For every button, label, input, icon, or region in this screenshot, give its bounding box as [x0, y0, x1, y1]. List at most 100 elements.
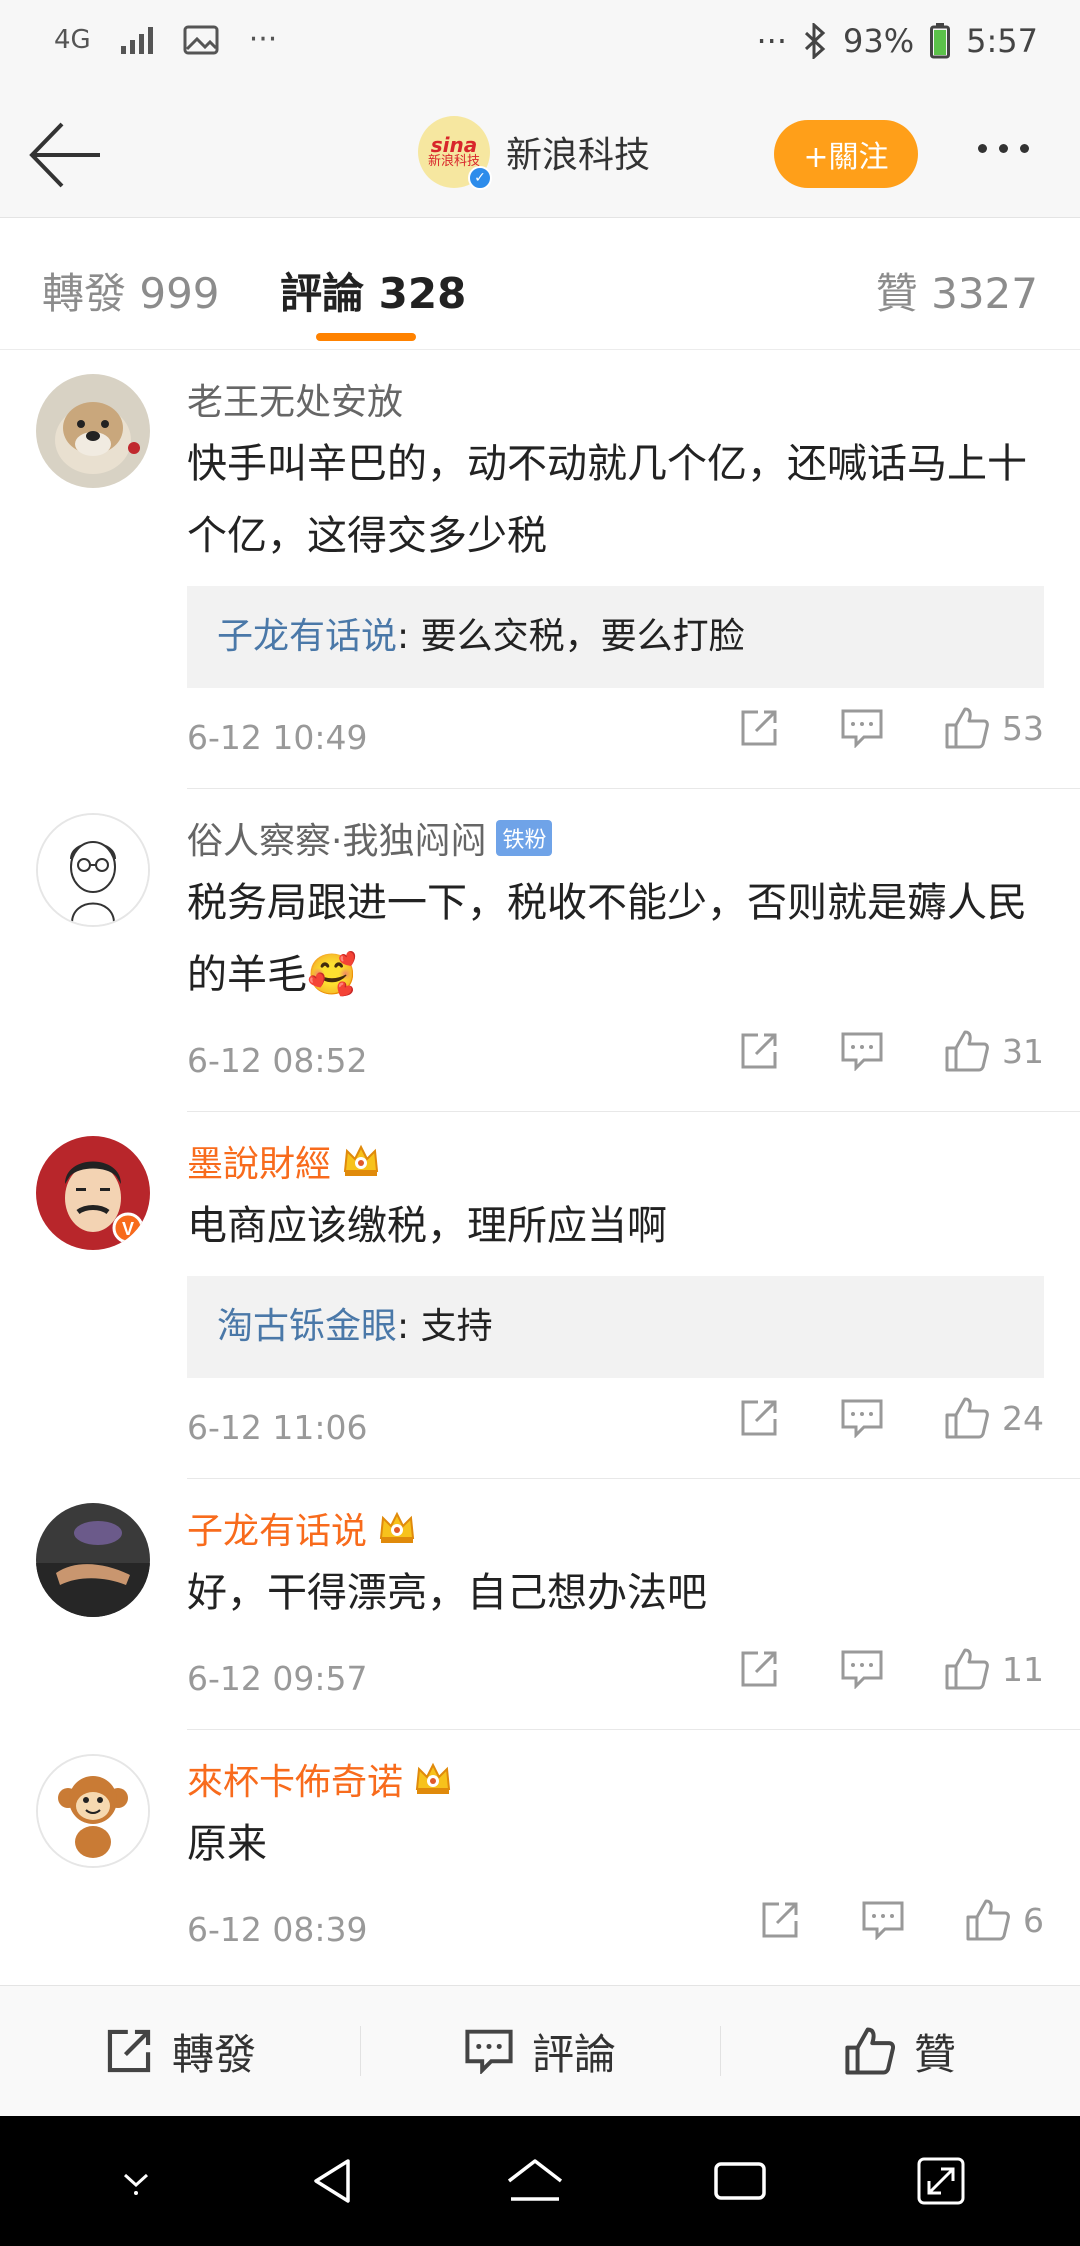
- comment-author[interactable]: 墨說財經: [187, 1136, 1080, 1186]
- fan-badge: 铁粉: [496, 820, 553, 856]
- thumbs-up-icon: [845, 2027, 895, 2075]
- comment-time: 6-12 09:57: [187, 1659, 368, 1698]
- avatar[interactable]: [36, 1754, 150, 1868]
- verified-icon: ✓: [468, 166, 492, 190]
- bottom-toolbar: 轉發 評論 贊: [0, 1985, 1080, 2116]
- clock: 5:57: [966, 22, 1038, 60]
- like-button[interactable]: 24: [944, 1396, 1044, 1440]
- comment-author[interactable]: 子龙有话说: [187, 1503, 1080, 1553]
- comment-time: 6-12 08:52: [187, 1041, 368, 1080]
- like-count: 31: [1002, 1031, 1044, 1071]
- avatar[interactable]: [36, 813, 150, 927]
- comment-item: 子龙有话说 好，干得漂亮，自己想办法吧 6-12 09:57 11: [0, 1479, 1080, 1730]
- avatar[interactable]: [36, 374, 150, 488]
- like-count: 24: [1002, 1398, 1044, 1438]
- comment-time: 6-12 08:39: [187, 1910, 368, 1949]
- comment-item: 俗人察察·我独闷闷 铁粉 税务局跟进一下，税收不能少，否则就是薅人民的羊毛🥰 6…: [0, 789, 1080, 1112]
- reply-author[interactable]: 淘古铄金眼: [217, 1306, 397, 1347]
- comment-button[interactable]: 評論: [360, 1986, 720, 2116]
- comment-time: 6-12 11:06: [187, 1408, 368, 1447]
- share-icon[interactable]: [738, 1030, 780, 1072]
- comment-text: 税务局跟进一下，税收不能少，否则就是薅人民的羊毛🥰: [187, 880, 1027, 998]
- like-count: 6: [1023, 1900, 1044, 1940]
- comment-text: 好，干得漂亮，自己想办法吧: [187, 1570, 707, 1616]
- signal-icon: [120, 26, 153, 54]
- system-nav-bar: [0, 2116, 1080, 2246]
- like-count: 53: [1002, 708, 1044, 748]
- status-bar: 4G ··· ··· 93% 5:57: [0, 0, 1080, 92]
- like-button[interactable]: 31: [944, 1029, 1044, 1073]
- network-label: 4G: [54, 24, 91, 55]
- account-name: 新浪科技: [506, 135, 651, 176]
- back-icon[interactable]: [304, 2153, 360, 2209]
- active-tab-indicator: [316, 333, 416, 341]
- tab-comments[interactable]: 評論 328: [280, 260, 466, 321]
- comment-item: 老王无处安放 快手叫辛巴的，动不动就几个亿，还喊话马上十个亿，这得交多少税 子龙…: [0, 350, 1080, 789]
- tab-repost[interactable]: 轉發 999: [42, 260, 220, 321]
- comment-reply[interactable]: 子龙有话说: 要么交税，要么打脸: [187, 586, 1044, 688]
- reply-icon[interactable]: [840, 708, 884, 748]
- like-button[interactable]: 11: [944, 1647, 1044, 1691]
- sina-logo: sina 新浪科技 ✓: [418, 116, 492, 190]
- reply-icon[interactable]: [861, 1900, 905, 1940]
- comment-reply[interactable]: 淘古铄金眼: 支持: [187, 1276, 1044, 1378]
- status-overflow: ···: [756, 22, 788, 60]
- battery-icon: [930, 23, 951, 59]
- thumbs-up-icon: [945, 1397, 989, 1439]
- share-icon[interactable]: [759, 1899, 801, 1941]
- thumbs-up-icon: [966, 1899, 1010, 1941]
- follow-button[interactable]: +關注: [774, 120, 918, 188]
- comment-author[interactable]: 來杯卡佈奇诺: [187, 1754, 1080, 1804]
- share-icon[interactable]: [738, 1397, 780, 1439]
- more-options-icon[interactable]: [978, 144, 1029, 153]
- like-count: 11: [1002, 1649, 1044, 1689]
- vip-crown-icon: [415, 1762, 451, 1794]
- more-notifications-icon: ···: [248, 22, 278, 57]
- comment-text: 原来: [187, 1821, 267, 1867]
- comment-author[interactable]: 老王无处安放: [187, 374, 1080, 424]
- share-icon: [107, 2029, 151, 2073]
- comment-icon: [465, 2029, 513, 2074]
- reply-icon[interactable]: [840, 1649, 884, 1689]
- hide-keyboard-icon[interactable]: [111, 2161, 161, 2201]
- image-icon: [183, 25, 219, 54]
- reply-text: : 要么交税，要么打脸: [397, 616, 745, 657]
- comment-time: 6-12 10:49: [187, 718, 368, 757]
- share-icon[interactable]: [738, 1648, 780, 1690]
- bluetooth-icon: [804, 23, 826, 59]
- reply-icon[interactable]: [840, 1398, 884, 1438]
- thumbs-up-icon: [945, 707, 989, 749]
- thumbs-up-icon: [945, 1030, 989, 1072]
- tab-bar: 轉發 999 評論 328 贊 3327: [0, 218, 1080, 350]
- share-icon[interactable]: [738, 707, 780, 749]
- thumbs-up-icon: [945, 1648, 989, 1690]
- battery-percent: 93%: [843, 22, 915, 60]
- like-button[interactable]: 6: [965, 1898, 1044, 1942]
- vip-crown-icon: [379, 1511, 415, 1543]
- repost-button[interactable]: 轉發: [0, 1986, 360, 2116]
- expand-icon[interactable]: [913, 2153, 969, 2209]
- account-header[interactable]: sina 新浪科技 ✓ 新浪科技: [418, 116, 651, 190]
- like-button[interactable]: 53: [944, 706, 1044, 750]
- avatar[interactable]: [36, 1503, 150, 1617]
- like-button[interactable]: 贊: [720, 1986, 1080, 2116]
- back-arrow-icon[interactable]: [28, 120, 104, 190]
- avatar[interactable]: V: [36, 1136, 150, 1250]
- tab-likes[interactable]: 贊 3327: [876, 260, 1038, 321]
- comment-text: 电商应该缴税，理所应当啊: [187, 1203, 667, 1249]
- comment-text: 快手叫辛巴的，动不动就几个亿，还喊话马上十个亿，这得交多少税: [187, 441, 1027, 559]
- comment-author[interactable]: 俗人察察·我独闷闷 铁粉: [187, 813, 1080, 863]
- comment-label: 評論: [531, 2029, 616, 2079]
- vip-crown-icon: [343, 1144, 379, 1176]
- reply-text: : 支持: [397, 1306, 493, 1347]
- home-icon[interactable]: [503, 2153, 567, 2209]
- reply-author[interactable]: 子龙有话说: [217, 616, 397, 657]
- reply-icon[interactable]: [840, 1031, 884, 1071]
- top-nav-bar: sina 新浪科技 ✓ 新浪科技 +關注: [0, 92, 1080, 218]
- comment-item: V 墨說財經 电商应该缴税，理所应当啊 淘古铄金眼: 支持 6-12 11:06…: [0, 1112, 1080, 1479]
- comment-list: 老王无处安放 快手叫辛巴的，动不动就几个亿，还喊话马上十个亿，这得交多少税 子龙…: [0, 350, 1080, 1980]
- recent-apps-icon[interactable]: [710, 2156, 770, 2206]
- follow-label: +關注: [803, 140, 889, 175]
- repost-label: 轉發: [171, 2029, 256, 2079]
- svg-text:V: V: [122, 1219, 134, 1239]
